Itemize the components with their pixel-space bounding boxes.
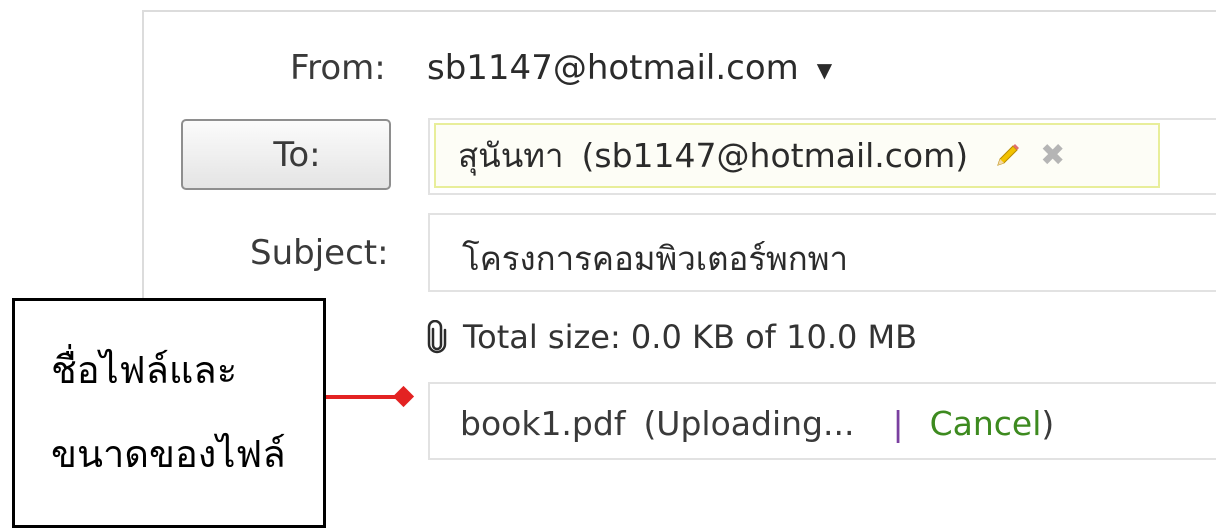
subject-value: โครงการคอมพิวเตอร์พกพา xyxy=(462,239,849,278)
attachment-item: book1.pdf (Uploading... | Cancel) xyxy=(460,404,1054,443)
callout-arrow-line xyxy=(326,395,402,399)
close-paren: ) xyxy=(1041,404,1055,443)
callout-line-2: ขนาดของไฟล์ xyxy=(51,432,286,476)
from-label: From: xyxy=(290,48,386,88)
recipient-name: สุนันทา xyxy=(458,136,564,175)
file-name: book1.pdf xyxy=(460,404,626,443)
paperclip-icon xyxy=(427,320,447,354)
dropdown-caret-icon: ▼ xyxy=(816,57,833,82)
recipient-chip[interactable]: สุนันทา (sb1147@hotmail.com) ✖ xyxy=(434,123,1160,188)
upload-status: (Uploading... xyxy=(643,404,855,443)
recipient-email: (sb1147@hotmail.com) xyxy=(581,136,969,175)
from-address: sb1147@hotmail.com xyxy=(427,48,799,88)
annotation-callout: ชื่อไฟล์และ ขนาดของไฟล์ xyxy=(12,298,326,528)
total-size-text: Total size: 0.0 KB of 10.0 MB xyxy=(463,318,918,356)
subject-label: Subject: xyxy=(250,233,389,273)
pencil-icon[interactable] xyxy=(992,141,1022,171)
to-button[interactable]: To: xyxy=(181,119,391,190)
attachment-size-row: Total size: 0.0 KB of 10.0 MB xyxy=(427,318,917,356)
separator: | xyxy=(892,404,904,443)
from-account-dropdown[interactable]: sb1147@hotmail.com ▼ xyxy=(427,48,832,88)
cancel-upload-link[interactable]: Cancel xyxy=(930,404,1042,443)
close-icon[interactable]: ✖ xyxy=(1040,138,1065,173)
callout-line-1: ชื่อไฟล์และ xyxy=(51,348,238,392)
